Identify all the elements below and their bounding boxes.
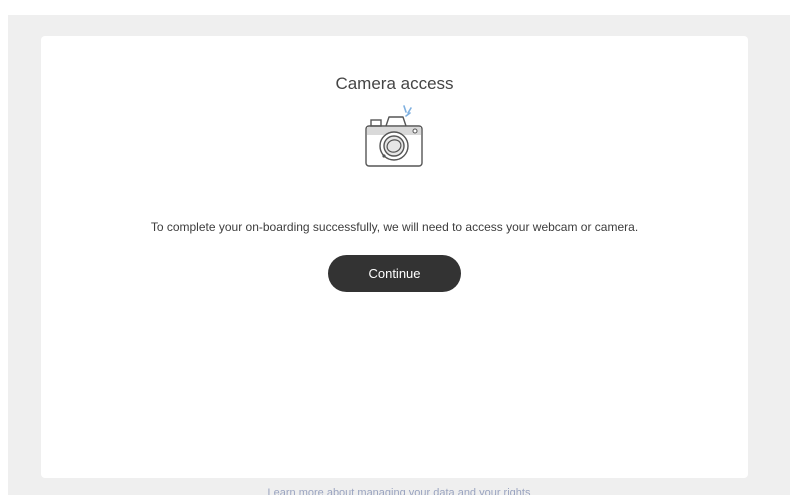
- camera-access-card: Camera access To complete your on-boardi…: [41, 36, 748, 478]
- camera-access-message: To complete your on-boarding successfull…: [150, 220, 639, 234]
- continue-button[interactable]: Continue: [328, 255, 461, 292]
- data-rights-link[interactable]: Learn more about managing your data and …: [8, 487, 790, 495]
- camera-icon: [365, 105, 423, 167]
- dialog-title: Camera access: [335, 74, 454, 93]
- page-backdrop: Camera access To complete your on-boardi…: [8, 15, 790, 495]
